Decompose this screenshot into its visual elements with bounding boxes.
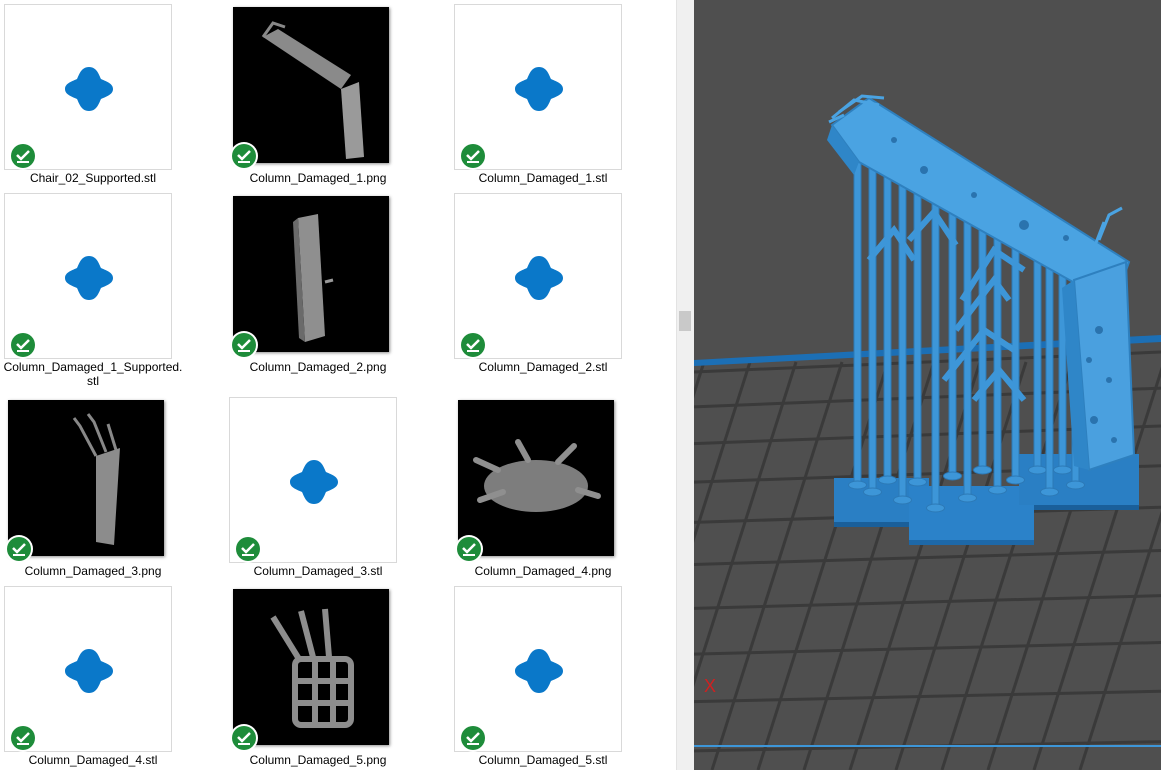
file-name-label[interactable]: Column_Damaged_2.png (227, 360, 409, 374)
image-thumbnail[interactable] (233, 589, 389, 745)
file-name-label[interactable]: Column_Damaged_3.stl (227, 564, 409, 578)
file-tile[interactable]: Column_Damaged_2.png (229, 193, 449, 383)
green-check-sync-icon (230, 331, 258, 359)
file-tile[interactable]: Column_Damaged_4.png (454, 397, 674, 587)
image-thumbnail[interactable] (233, 7, 389, 163)
file-tile[interactable]: Column_Damaged_3.png (4, 397, 224, 587)
green-check-sync-icon (230, 142, 258, 170)
green-check-sync-icon (234, 535, 262, 563)
file-name-label[interactable]: Column_Damaged_4.png (452, 564, 634, 578)
file-tile[interactable]: Column_Damaged_1.stl (454, 4, 674, 194)
3d-model-file-icon (515, 649, 563, 693)
image-thumbnail[interactable] (458, 400, 614, 556)
green-check-sync-icon (9, 724, 37, 752)
green-check-sync-icon (459, 331, 487, 359)
green-check-sync-icon (459, 724, 487, 752)
image-thumbnail[interactable] (233, 196, 389, 352)
green-check-sync-icon (9, 142, 37, 170)
x-axis-label: X (704, 676, 716, 696)
green-check-sync-icon (455, 535, 483, 563)
file-tile[interactable]: Column_Damaged_5.stl (454, 586, 674, 770)
file-tile[interactable]: Column_Damaged_1_Supported.stl (4, 193, 224, 388)
3d-model-file-icon (515, 256, 563, 300)
image-thumbnail[interactable] (8, 400, 164, 556)
file-tile[interactable]: Column_Damaged_2.stl (454, 193, 674, 383)
slicer-3d-viewport[interactable]: X (694, 0, 1161, 770)
file-name-label[interactable]: Column_Damaged_2.stl (452, 360, 634, 374)
3d-model-file-icon (290, 460, 338, 504)
3d-model-file-icon (515, 67, 563, 111)
file-tile[interactable]: Column_Damaged_1.png (229, 4, 449, 194)
build-plate-scene: X (694, 0, 1161, 770)
file-name-label[interactable]: Column_Damaged_4.stl (2, 753, 184, 767)
file-explorer-pane: Chair_02_Supported.stl Column_Damaged_1.p… (0, 0, 676, 770)
file-name-label[interactable]: Column_Damaged_5.png (227, 753, 409, 767)
file-name-label[interactable]: Column_Damaged_3.png (2, 564, 184, 578)
file-name-label[interactable]: Column_Damaged_1.stl (452, 171, 634, 185)
file-name-label[interactable]: Column_Damaged_1.png (227, 171, 409, 185)
green-check-sync-icon (230, 724, 258, 752)
green-check-sync-icon (5, 535, 33, 563)
green-check-sync-icon (459, 142, 487, 170)
file-tile[interactable]: Column_Damaged_4.stl (4, 586, 224, 770)
3d-model-file-icon (65, 67, 113, 111)
file-tile[interactable]: Chair_02_Supported.stl (4, 4, 224, 194)
3d-model-file-icon (65, 256, 113, 300)
pane-splitter[interactable] (676, 0, 694, 770)
green-check-sync-icon (9, 331, 37, 359)
file-name-label[interactable]: Chair_02_Supported.stl (2, 171, 184, 185)
splitter-handle[interactable] (679, 311, 691, 331)
file-tile[interactable]: Column_Damaged_5.png (229, 586, 449, 770)
file-name-label[interactable]: Column_Damaged_1_Supported.stl (2, 360, 184, 388)
3d-model-file-icon (65, 649, 113, 693)
file-tile[interactable]: Column_Damaged_3.stl (229, 397, 449, 587)
file-name-label[interactable]: Column_Damaged_5.stl (452, 753, 634, 767)
